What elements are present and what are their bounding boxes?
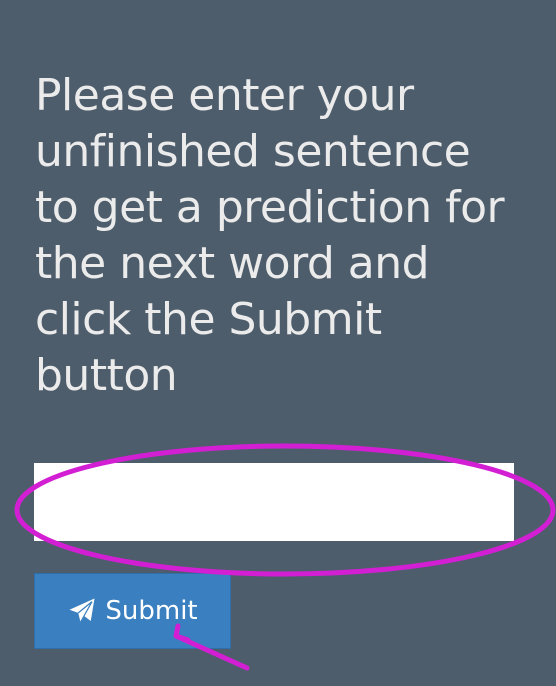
sentence-input[interactable] <box>34 463 514 541</box>
submit-button[interactable]: Submit <box>34 573 231 649</box>
paper-plane-icon <box>67 596 97 626</box>
submit-label: Submit <box>105 596 198 626</box>
main-panel: Please enter your unfinished sentence to… <box>0 0 556 686</box>
instruction-text: Please enter your unfinished sentence to… <box>35 70 505 401</box>
